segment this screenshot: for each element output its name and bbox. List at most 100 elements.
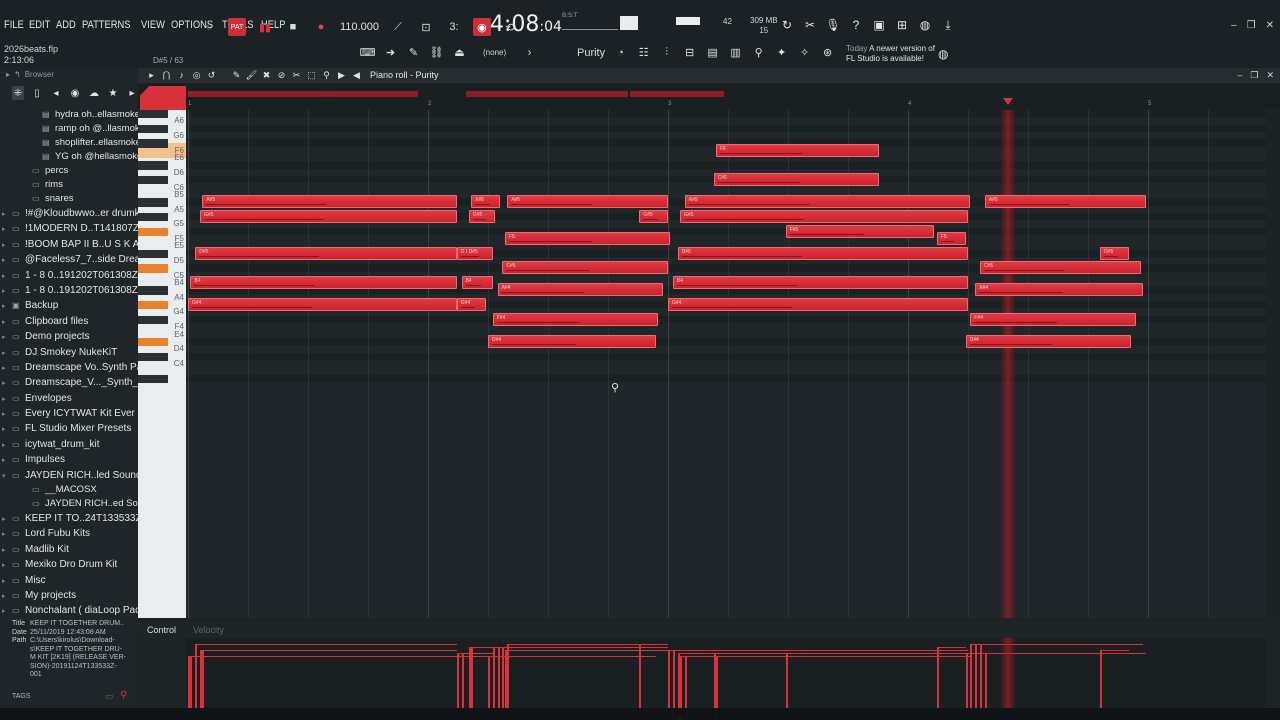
velocity-bar[interactable] <box>200 650 202 708</box>
note[interactable]: D#4 <box>488 334 656 348</box>
cut-icon[interactable]: ✂ <box>803 18 817 32</box>
plugin-icon[interactable]: ⊞ <box>895 18 909 32</box>
black-key[interactable] <box>138 139 168 148</box>
tool-delete-icon[interactable]: ✖ <box>261 69 272 81</box>
timeline-ruler[interactable]: 1 2 3 4 5 <box>138 84 1280 110</box>
expand-arrow-icon[interactable]: ▸ <box>2 253 12 267</box>
note[interactable]: A#4 <box>975 283 1144 297</box>
black-key[interactable] <box>138 176 168 185</box>
black-key[interactable] <box>138 264 168 273</box>
browser-back-icon[interactable]: ↰ <box>14 68 21 82</box>
velocity-bar[interactable] <box>716 656 718 708</box>
expand-arrow-icon[interactable]: ▸ <box>2 527 12 541</box>
step-edit-icon[interactable]: ⊡ <box>417 18 435 36</box>
browser-item[interactable]: ▸ ▭ Madlib Kit <box>0 542 138 557</box>
chat-icon[interactable]: ◍ <box>918 18 932 32</box>
stamp-icon[interactable]: ⏏ <box>452 45 467 60</box>
note[interactable]: A#5 <box>984 195 1146 209</box>
expand-arrow-icon[interactable]: ▸ <box>2 392 12 406</box>
tempo-display[interactable]: 110.000 <box>340 21 379 33</box>
metronome-icon[interactable]: ◌ <box>200 18 218 36</box>
browser-item[interactable]: ▸ ▭ DJ Smokey NukeKiT <box>0 345 138 360</box>
browser-item[interactable]: ▤ ramp oh @..llasmokee <box>0 122 138 136</box>
black-key[interactable] <box>138 227 168 236</box>
browser-item[interactable]: ▸ ▭ Every ICYTWAT Kit Ever <box>0 406 138 421</box>
black-key[interactable] <box>138 374 168 383</box>
expand-arrow-icon[interactable]: ▸ <box>2 376 12 390</box>
black-key[interactable] <box>138 301 168 310</box>
browser-item[interactable]: ▭ JAYDEN RICH..ed Sound Kit <box>0 497 138 511</box>
browser-item[interactable]: ▤ hydra oh..ellasmokee <box>0 108 138 122</box>
tool-metronome-icon[interactable]: ◎ <box>191 69 202 81</box>
menu-item[interactable]: PATTERNS <box>82 19 130 31</box>
black-key[interactable] <box>138 286 168 295</box>
browser-arrow-icon[interactable]: ▸ <box>6 68 10 82</box>
countdown-icon[interactable]: ◉ <box>472 18 491 36</box>
velocity-bar[interactable] <box>684 656 687 708</box>
browser-more-icon[interactable]: ▸ <box>126 86 138 100</box>
expand-arrow-icon[interactable]: ▸ <box>2 558 12 572</box>
expand-arrow-icon[interactable]: ▸ <box>2 346 12 360</box>
help-icon[interactable]: ? <box>849 18 863 32</box>
options-arrow-icon[interactable]: ▸ <box>146 69 157 81</box>
black-key[interactable] <box>138 352 168 361</box>
note[interactable]: G#5 <box>680 209 968 223</box>
note[interactable]: A#5 <box>471 195 500 209</box>
note[interactable]: F5 <box>504 231 671 245</box>
plugin-picker-icon[interactable]: ⚲ <box>751 45 766 60</box>
maximize-icon[interactable]: ❐ <box>1247 20 1256 31</box>
refresh-icon[interactable]: ↻ <box>780 18 794 32</box>
note[interactable]: B4 <box>190 276 457 290</box>
play-button[interactable]: ▮▮ <box>256 18 274 36</box>
note[interactable]: G#4 <box>188 298 457 312</box>
browser-item[interactable]: ▸ ▭ !#@Kloudbwwo..er drumkit ! <box>0 206 138 221</box>
browser-item[interactable]: ▸ ▭ Lord Fubu Kits <box>0 526 138 541</box>
control-label[interactable]: Control <box>147 625 176 635</box>
black-key[interactable] <box>138 198 168 207</box>
browser-item[interactable]: ▸▭ 1 - 8 0..191202T061308Z-001 <box>0 268 138 283</box>
browser-item[interactable]: ▤ YG oh @hellasmokee <box>0 150 138 164</box>
menu-item[interactable]: VIEW <box>141 19 165 31</box>
note[interactable]: G#5 <box>200 209 457 223</box>
expand-arrow-icon[interactable]: ▸ <box>2 207 12 221</box>
note[interactable]: D#5 <box>677 246 968 260</box>
browser-item[interactable]: ▸ ▣ Backup <box>0 298 138 313</box>
browser-item[interactable]: ▸ ▭ Demo projects <box>0 329 138 344</box>
browser-item[interactable]: ▸ ▭ icytwat_drum_kit <box>0 437 138 452</box>
note[interactable]: D#5 <box>1100 246 1129 260</box>
expand-arrow-icon[interactable]: ▸ <box>2 438 12 452</box>
link-icon[interactable]: ⛓ <box>429 45 444 60</box>
playlist-icon[interactable]: ⊟ <box>682 45 697 60</box>
stop-button[interactable]: ■ <box>284 18 302 36</box>
menu-item[interactable]: FILE <box>4 19 24 31</box>
expand-arrow-icon[interactable]: ▸ <box>2 330 12 344</box>
playhead-marker[interactable] <box>1003 98 1013 105</box>
browser-item[interactable]: ▸▭ Dreamscape_V..._Synth_Pack <box>0 375 138 390</box>
black-key[interactable] <box>138 249 168 258</box>
pencil-icon[interactable]: ✎ <box>406 45 421 60</box>
tool-brush-icon[interactable]: 🖌 <box>246 69 257 81</box>
tool-magnet-icon[interactable]: ⋂ <box>161 69 172 81</box>
minimize-icon[interactable]: – <box>1231 20 1237 31</box>
browser-item[interactable]: ▸▭ 1 - 8 0..191202T061308Z-001 <box>0 283 138 298</box>
note[interactable]: C#5 <box>980 261 1141 275</box>
browser-item[interactable]: ▸ ▭ Nonchalant ( diaLoop Pack) <box>0 603 138 618</box>
expand-arrow-icon[interactable]: ▸ <box>2 543 12 557</box>
save-icon[interactable]: ▣ <box>872 18 886 32</box>
tool-pencil-icon[interactable]: ✎ <box>231 69 242 81</box>
note[interactable]: C#6 <box>713 173 880 187</box>
tool-mute-icon[interactable]: ⊘ <box>276 69 287 81</box>
search-icon[interactable]: ⚲ <box>120 690 127 701</box>
expand-arrow-icon[interactable]: ▾ <box>2 469 12 483</box>
menu-item[interactable]: ADD <box>56 19 76 31</box>
velocity-bar[interactable] <box>504 650 507 708</box>
news-panel[interactable]: Today A newer version of FL Studio is av… <box>846 44 935 64</box>
pattern-selector[interactable]: Purity <box>545 47 605 59</box>
velocity-bar[interactable] <box>936 647 939 708</box>
browser-all-icon[interactable]: ⁜ <box>12 86 24 100</box>
browser-item[interactable]: ▸ ▭ FL Studio Mixer Presets <box>0 421 138 436</box>
black-key[interactable] <box>138 124 168 134</box>
control-target[interactable]: Velocity <box>193 625 224 635</box>
arrow-right-icon[interactable]: ➜ <box>383 45 398 60</box>
browser-item[interactable]: ▸▭ !1MODERN D..T141807Z-001 <box>0 221 138 236</box>
